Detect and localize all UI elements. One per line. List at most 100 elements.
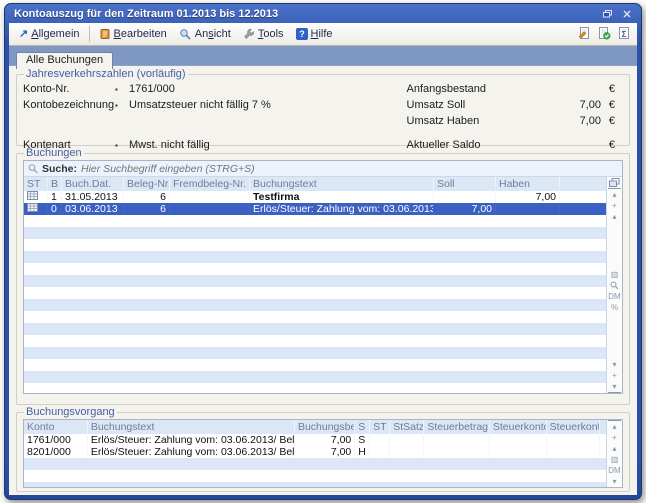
report-tool-button[interactable] — [577, 26, 591, 43]
close-button[interactable] — [620, 8, 634, 20]
go-first-button[interactable]: ▴ — [608, 188, 621, 200]
svg-text:?: ? — [299, 29, 305, 39]
empty-row[interactable] — [24, 359, 606, 371]
empty-row[interactable] — [24, 311, 606, 323]
col-filler — [560, 177, 606, 191]
col-buchdat[interactable]: Buch.Dat. — [62, 177, 124, 191]
summary-legend: Jahresverkehrszahlen (vorläufig) — [24, 68, 188, 80]
transaction-row[interactable]: 1761/000 Erlös/Steuer: Zahlung vom: 03.0… — [24, 434, 606, 446]
empty-row[interactable] — [24, 299, 606, 311]
window-title: Kontoauszug für den Zeitraum 01.2013 bis… — [14, 8, 600, 20]
search-input[interactable] — [81, 163, 618, 175]
col-beleg-nr[interactable]: Beleg-Nr. — [124, 177, 170, 191]
menu-hilfe[interactable]: ? Hilfe — [290, 25, 339, 43]
col-buchungsbetrag[interactable]: Buchungsbetrag — [295, 420, 355, 434]
move-down-button[interactable]: + — [608, 370, 621, 381]
field-konto-nr: Konto-Nr. ▪ 1761/000 — [23, 81, 407, 97]
sum-document-button[interactable]: Σ — [617, 26, 631, 43]
col-konto[interactable]: Konto — [24, 420, 88, 434]
summary-groupbox: Jahresverkehrszahlen (vorläufig) Konto-N… — [16, 68, 630, 146]
col-steuerbetrag[interactable]: Steuerbetrag — [424, 420, 490, 434]
menu-ansicht[interactable]: Ansicht — [173, 25, 237, 43]
empty-row[interactable] — [24, 239, 606, 251]
field-umsatz-soll: Umsatz Soll 7,00 € — [407, 97, 615, 113]
document-check-icon — [597, 26, 611, 40]
col-buchungstext[interactable]: Buchungstext — [250, 177, 434, 191]
layers-icon — [609, 178, 620, 188]
empty-row[interactable] — [24, 227, 606, 239]
bullet-icon: ▪ — [115, 101, 129, 110]
empty-row[interactable] — [24, 347, 606, 359]
next-row-button[interactable]: ▾ — [608, 476, 621, 487]
transaction-scroll-strip: ▴ + ▴ ▥ DM ▾ — [606, 420, 622, 487]
content-panel: Jahresverkehrszahlen (vorläufig) Konto-N… — [9, 65, 637, 495]
bookings-groupbox: Buchungen Suche: ST B Buch.Dat. — [16, 147, 630, 405]
document-sigma-icon: Σ — [617, 26, 631, 40]
col-stsatz[interactable]: StSatz — [390, 420, 424, 434]
tab-alle-buchungen[interactable]: Alle Buchungen — [16, 52, 113, 69]
toolbar-separator — [89, 26, 90, 42]
field-umsatz-haben: Umsatz Haben 7,00 € — [407, 113, 615, 129]
magnifier-icon — [179, 28, 192, 40]
go-last-button[interactable]: ▾ — [608, 381, 621, 393]
magnifier-icon — [610, 281, 619, 290]
transaction-legend: Buchungsvorgang — [24, 406, 117, 418]
move-up-button[interactable]: + — [608, 432, 621, 443]
arrow-ne-icon: ↗ — [19, 29, 28, 39]
currency-dm-button[interactable]: DM — [608, 291, 621, 302]
menu-tools[interactable]: Tools — [237, 25, 290, 43]
menu-allgemein[interactable]: ↗ Allgemein — [13, 25, 86, 43]
col-buchungstext[interactable]: Buchungstext — [88, 420, 295, 434]
prev-row-button[interactable]: ▴ — [608, 211, 621, 222]
col-steuerkonto-2[interactable]: Steuerkonto 2 — [547, 420, 600, 434]
bookings-header-row: ST B Buch.Dat. Beleg-Nr. Fremdbeleg-Nr. … — [24, 177, 606, 191]
next-row-button[interactable]: ▾ — [608, 359, 621, 370]
transaction-header-row: Konto Buchungstext Buchungsbetrag S ST S… — [24, 420, 606, 434]
col-s[interactable]: S — [355, 420, 370, 434]
empty-row[interactable] — [24, 335, 606, 347]
col-haben[interactable]: Haben — [496, 177, 560, 191]
bullet-icon: ▪ — [115, 85, 129, 94]
empty-row[interactable] — [24, 251, 606, 263]
empty-row[interactable] — [24, 287, 606, 299]
close-icon — [623, 10, 631, 18]
col-b[interactable]: B — [48, 177, 62, 191]
grid-icon — [27, 191, 38, 200]
empty-row[interactable] — [24, 371, 606, 383]
field-anfangsbestand: Anfangsbestand € — [407, 81, 615, 97]
titlebar: Kontoauszug für den Zeitraum 01.2013 bis… — [5, 4, 641, 22]
empty-row[interactable] — [24, 275, 606, 287]
booking-row-selected[interactable]: 0 03.06.2013 6 Erlös/Steuer: Zahlung vom… — [24, 203, 606, 215]
empty-row[interactable] — [24, 482, 606, 487]
document-hammer-icon — [577, 26, 591, 40]
field-kontobezeichnung: Kontobezeichnung ▪ Umsatzsteuer nicht fä… — [23, 97, 407, 113]
empty-row[interactable] — [24, 263, 606, 275]
booking-row[interactable]: 1 31.05.2013 6 Testfirma 7,00 — [24, 191, 606, 203]
currency-dm-button[interactable]: DM — [608, 465, 621, 476]
empty-row[interactable] — [24, 470, 606, 482]
col-steuerkonto-1[interactable]: Steuerkonto 1 — [490, 420, 547, 434]
grid-icon — [27, 203, 38, 212]
menu-bearbeiten[interactable]: Bearbeiten — [93, 25, 173, 43]
col-soll[interactable]: Soll — [434, 177, 496, 191]
col-st[interactable]: ST — [370, 420, 390, 434]
prev-row-button[interactable]: ▴ — [608, 443, 621, 454]
col-fremdbeleg-nr[interactable]: Fremdbeleg-Nr. — [170, 177, 250, 191]
empty-row[interactable] — [24, 458, 606, 470]
zoom-button[interactable] — [608, 280, 621, 291]
svg-text:Σ: Σ — [622, 30, 627, 39]
go-first-button[interactable]: ▴ — [608, 420, 621, 432]
columns-button[interactable]: ▥ — [608, 269, 621, 280]
select-columns-button[interactable] — [608, 177, 621, 188]
confirm-document-button[interactable] — [597, 26, 611, 43]
empty-row[interactable] — [24, 323, 606, 335]
bookings-legend: Buchungen — [24, 147, 84, 159]
empty-row[interactable] — [24, 215, 606, 227]
percent-button[interactable]: % — [608, 302, 621, 313]
col-st[interactable]: ST — [24, 177, 48, 191]
restore-button[interactable] — [600, 8, 614, 20]
columns-button[interactable]: ▥ — [608, 454, 621, 465]
wrench-icon — [243, 28, 255, 40]
transaction-row[interactable]: 8201/000 Erlös/Steuer: Zahlung vom: 03.0… — [24, 446, 606, 458]
move-up-button[interactable]: + — [608, 200, 621, 211]
